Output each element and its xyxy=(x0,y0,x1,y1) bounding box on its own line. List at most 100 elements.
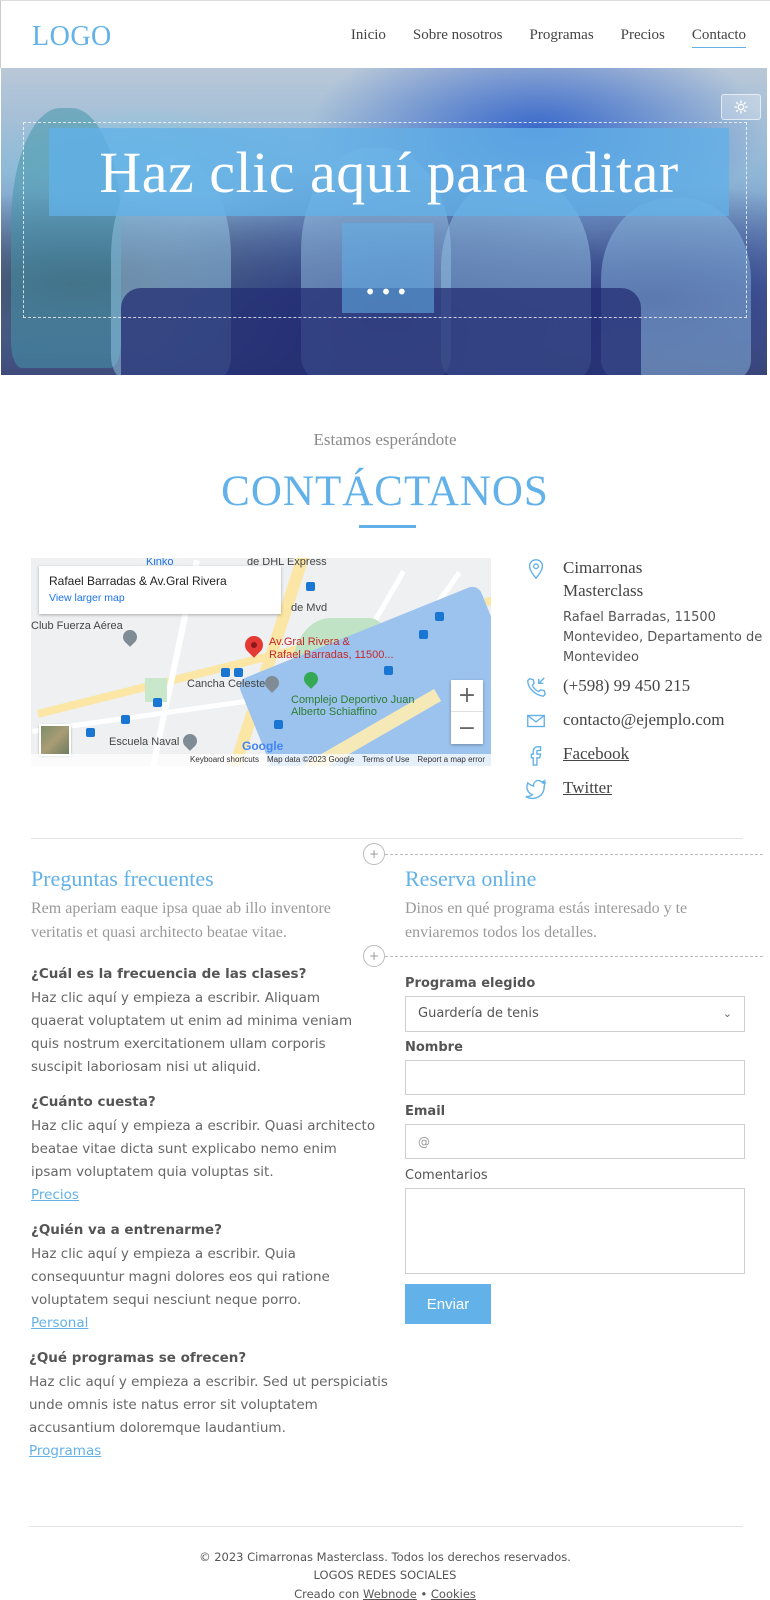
map-label-complejo: Complejo Deportivo Juan Alberto Schiaffi… xyxy=(291,694,415,718)
nav-contacto[interactable]: Contacto xyxy=(691,27,746,48)
faq-question: ¿Quién va a entrenarme? xyxy=(31,1222,222,1238)
edit-guide-line xyxy=(385,854,763,855)
booking-lede: Dinos en qué programa estás interesado y… xyxy=(405,900,688,941)
twitter-link[interactable]: Twitter xyxy=(563,778,612,798)
faq-item: ¿Quién va a entrenarme? Haz clic aquí y … xyxy=(31,1220,376,1335)
faq-question: ¿Cuál es la frecuencia de las clases? xyxy=(31,966,307,982)
email-placeholder: @ xyxy=(418,1135,430,1149)
faq-section: Preguntas frecuentes Rem aperiam eaque i… xyxy=(29,866,388,1459)
chevron-down-icon: ⌄ xyxy=(722,1007,732,1020)
submit-button[interactable]: Enviar xyxy=(405,1284,491,1324)
business-name: Cimarronas Masterclass xyxy=(563,558,644,600)
footer-social: LOGOS REDES SOCIALES xyxy=(313,1568,457,1582)
bus-stop-icon xyxy=(86,728,95,737)
webnode-link[interactable]: Webnode xyxy=(363,1587,417,1600)
bus-stop-icon xyxy=(306,582,315,591)
email-address[interactable]: contacto@ejemplo.com xyxy=(563,710,725,730)
hero-title[interactable]: Haz clic aquí para editar xyxy=(99,139,678,206)
name-field[interactable] xyxy=(405,1060,745,1095)
booking-section: Reserva online Dinos en qué programa est… xyxy=(405,866,745,1324)
title-underline xyxy=(359,525,416,528)
faq-answer: Haz clic aquí y empieza a escribir. Quia… xyxy=(31,1246,330,1308)
facebook-icon xyxy=(525,744,547,766)
cookies-link[interactable]: Cookies xyxy=(431,1587,476,1600)
faq-answer: Haz clic aquí y empieza a escribir. Sed … xyxy=(29,1374,388,1436)
booking-title: Reserva online xyxy=(405,866,537,891)
satellite-toggle-button[interactable] xyxy=(39,724,71,756)
keyboard-shortcuts-link[interactable]: Keyboard shortcuts xyxy=(190,754,259,766)
edit-guide-line xyxy=(385,956,763,957)
nav-inicio[interactable]: Inicio xyxy=(351,27,386,48)
faq-item: ¿Cuánto cuesta? Haz clic aquí y empieza … xyxy=(31,1092,376,1207)
map-label-cancha: Cancha Celeste xyxy=(187,678,266,690)
faq-item: ¿Cuál es la frecuencia de las clases? Ha… xyxy=(31,964,376,1079)
phone-number[interactable]: (+598) 99 450 215 xyxy=(563,676,690,696)
footer-copyright: © 2023 Cimarronas Masterclass. Todos los… xyxy=(199,1550,571,1564)
faq-title: Preguntas frecuentes xyxy=(31,866,214,891)
business-address: Rafael Barradas, 11500 Montevideo, Depar… xyxy=(563,610,763,665)
phone-icon xyxy=(525,676,547,698)
zoom-in-button[interactable]: + xyxy=(451,680,483,712)
zoom-out-button[interactable]: − xyxy=(451,712,483,744)
map-attribution-bar: Keyboard shortcuts Map data ©2023 Google… xyxy=(31,754,491,766)
bus-stop-icon xyxy=(234,668,243,677)
faq-link-precios[interactable]: Precios xyxy=(31,1184,376,1207)
map-pin-label-2: Rafael Barradas, 11500... xyxy=(269,649,394,661)
section-kicker: Estamos esperándote xyxy=(313,430,457,449)
faq-link-programas[interactable]: Programas xyxy=(29,1440,389,1463)
nav-sobre-nosotros[interactable]: Sobre nosotros xyxy=(413,27,503,48)
hero-title-box[interactable]: Haz clic aquí para editar xyxy=(49,128,729,216)
site-logo[interactable]: LOGO xyxy=(32,21,112,53)
terms-link[interactable]: Terms of Use xyxy=(362,754,409,766)
faq-question: ¿Cuánto cuesta? xyxy=(31,1094,156,1110)
comments-label: Comentarios xyxy=(405,1168,488,1183)
map-label-mvd: de Mvd xyxy=(291,602,328,614)
footer-divider xyxy=(29,1526,743,1527)
faq-answer: Haz clic aquí y empieza a escribir. Quas… xyxy=(31,1118,376,1180)
nav-programas[interactable]: Programas xyxy=(530,27,594,48)
map-zoom-controls: + − xyxy=(451,680,483,744)
program-select[interactable]: Guardería de tenis ⌄ xyxy=(405,996,745,1032)
bus-stop-icon xyxy=(435,612,444,621)
map-pin-icon xyxy=(525,558,547,580)
more-dots-icon[interactable]: ••• xyxy=(342,280,434,304)
hero-settings-button[interactable] xyxy=(721,94,761,120)
footer-credits: Creado con Webnode • Cookies xyxy=(0,1587,770,1600)
bus-stop-icon xyxy=(121,715,130,724)
email-field[interactable]: @ xyxy=(405,1124,745,1159)
main-nav: Inicio Sobre nosotros Programas Precios … xyxy=(324,27,746,48)
envelope-icon xyxy=(525,710,547,732)
comments-textarea[interactable] xyxy=(405,1188,745,1274)
bus-stop-icon xyxy=(221,668,230,677)
faq-link-personal[interactable]: Personal xyxy=(31,1312,376,1335)
site-header: LOGO Inicio Sobre nosotros Programas Pre… xyxy=(0,0,770,68)
faq-item: ¿Qué programas se ofrecen? Haz clic aquí… xyxy=(29,1348,389,1463)
bus-stop-icon xyxy=(384,666,393,675)
poi-pin-icon xyxy=(180,731,200,751)
bus-stop-icon xyxy=(419,630,428,639)
twitter-icon xyxy=(525,778,547,800)
map-data-text: Map data ©2023 Google xyxy=(266,755,355,764)
map-info-card: Rafael Barradas & Av.Gral Rivera View la… xyxy=(39,566,281,614)
name-label: Nombre xyxy=(405,1040,463,1055)
view-larger-map-link[interactable]: View larger map xyxy=(49,592,271,604)
map-label-escuela: Escuela Naval xyxy=(109,736,180,748)
report-error-link[interactable]: Report a map error xyxy=(417,754,485,766)
faq-question: ¿Qué programas se ofrecen? xyxy=(29,1350,247,1366)
map-pin-label-1: Av.Gral Rivera & xyxy=(269,636,350,648)
google-map[interactable]: Kinko de DHL Express Club Fuerza Aérea d… xyxy=(31,558,491,766)
created-with-text: Creado con xyxy=(294,1587,360,1600)
faq-answer: Haz clic aquí y empieza a escribir. Aliq… xyxy=(31,990,353,1075)
add-row-button[interactable]: + xyxy=(363,843,385,865)
nav-precios[interactable]: Precios xyxy=(621,27,665,48)
section-title: CONTÁCTANOS xyxy=(221,468,549,515)
facebook-link[interactable]: Facebook xyxy=(563,744,629,764)
hero-banner: Haz clic aquí para editar ••• xyxy=(1,68,767,375)
gear-icon xyxy=(734,100,748,114)
program-selected-value: Guardería de tenis xyxy=(418,1006,539,1021)
bus-stop-icon xyxy=(274,720,283,729)
google-logo: Google xyxy=(242,739,284,753)
email-label: Email xyxy=(405,1104,446,1119)
program-label: Programa elegido xyxy=(405,976,536,991)
poi-pin-icon xyxy=(120,627,140,647)
